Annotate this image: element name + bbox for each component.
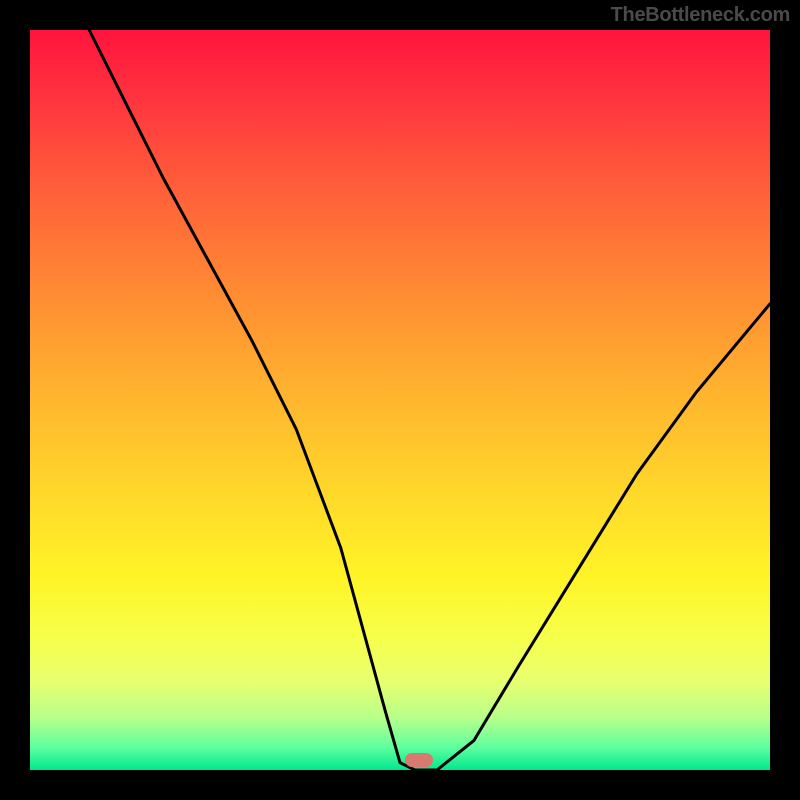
optimal-marker xyxy=(405,753,433,767)
chart-frame: TheBottleneck.com xyxy=(0,0,800,800)
attribution-text: TheBottleneck.com xyxy=(611,4,790,27)
bottleneck-curve xyxy=(30,30,770,770)
plot-area xyxy=(30,30,770,770)
